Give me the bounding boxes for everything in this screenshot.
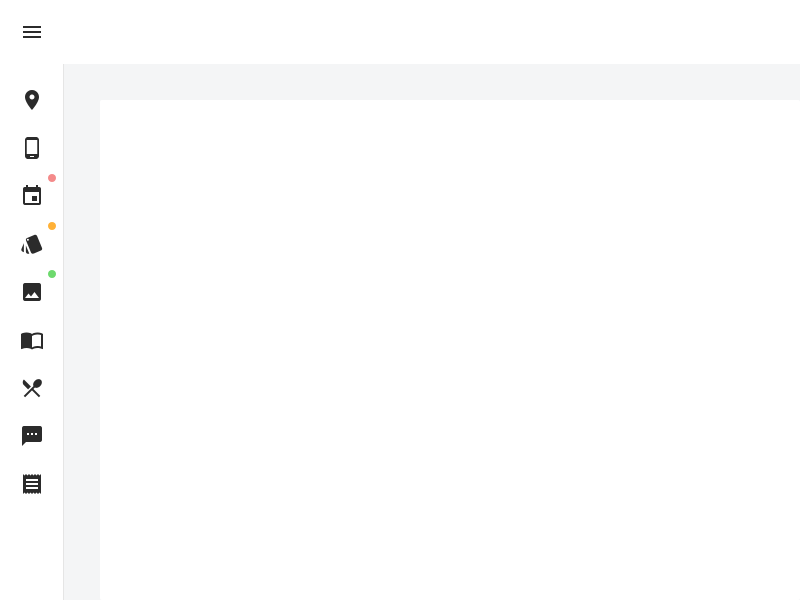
sidebar — [0, 64, 64, 600]
sidebar-item-image[interactable] — [12, 272, 52, 312]
book-icon — [20, 328, 44, 352]
receipt-icon — [20, 472, 44, 496]
main-content — [64, 64, 800, 600]
badge-green — [48, 270, 56, 278]
event-icon — [20, 184, 44, 208]
sidebar-item-phone[interactable] — [12, 128, 52, 168]
sidebar-item-style[interactable] — [12, 224, 52, 264]
menu-icon — [20, 20, 44, 44]
sidebar-item-receipt[interactable] — [12, 464, 52, 504]
menu-button[interactable] — [12, 12, 52, 52]
image-icon — [20, 280, 44, 304]
sidebar-item-restaurant[interactable] — [12, 368, 52, 408]
badge-orange — [48, 222, 56, 230]
header — [0, 0, 800, 64]
location-icon — [20, 88, 44, 112]
content-area — [0, 64, 800, 600]
badge-red — [48, 174, 56, 182]
sidebar-item-location[interactable] — [12, 80, 52, 120]
phone-icon — [20, 136, 44, 160]
sidebar-item-sms[interactable] — [12, 416, 52, 456]
content-card — [100, 100, 800, 600]
sidebar-item-event[interactable] — [12, 176, 52, 216]
sidebar-item-book[interactable] — [12, 320, 52, 360]
sms-icon — [20, 424, 44, 448]
restaurant-icon — [20, 376, 44, 400]
style-icon — [20, 232, 44, 256]
